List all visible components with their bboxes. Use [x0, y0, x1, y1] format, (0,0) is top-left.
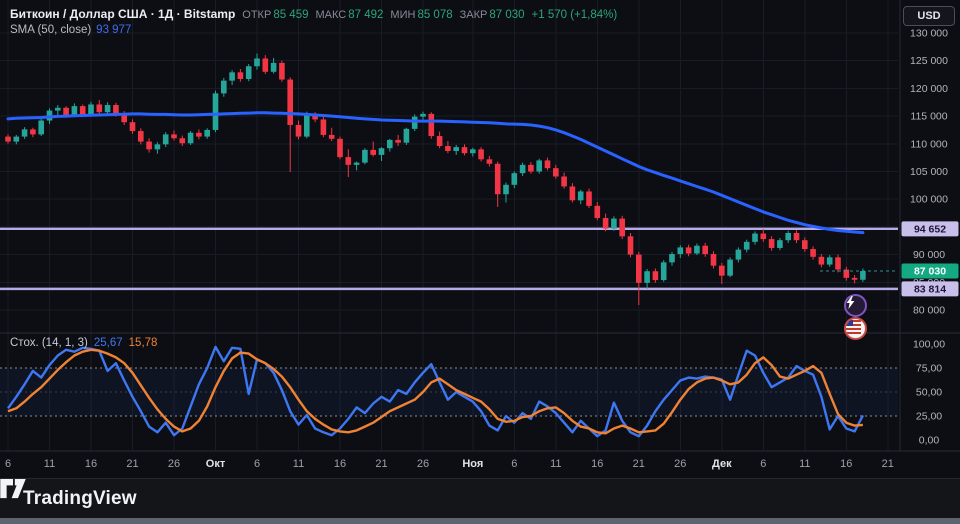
sma-legend[interactable]: SMA (50, close) 93 977: [10, 24, 131, 36]
svg-text:16: 16: [334, 458, 346, 470]
svg-text:21: 21: [633, 458, 645, 470]
price-axis[interactable]: 130 000 125 000 120 000 115 000 110 000 105 0…: [901, 28, 959, 447]
svg-text:100,00: 100,00: [913, 339, 945, 351]
svg-text:125 000: 125 000: [910, 55, 948, 67]
svg-text:11: 11: [799, 458, 810, 470]
stochastic-k-value: 25,67: [93, 337, 123, 349]
svg-text:94 652: 94 652: [914, 223, 946, 235]
time-axis[interactable]: 6 11 16 21 26 Окт 6 11 16 21 26 Ноя 6 11 16 21 26 Дек 6 11 1…: [5, 458, 894, 470]
svg-text:11: 11: [550, 458, 561, 470]
chart-legend: Биткоин / Доллар США · 1Д · Bitstamp ОТК…: [10, 7, 617, 21]
currency-usd-button[interactable]: USD: [903, 6, 955, 26]
ohlc-close: ЗАКР 87 030: [459, 9, 525, 21]
sma-value: 93 977: [96, 24, 132, 36]
tradingview-wordmark[interactable]: TradingView: [23, 488, 137, 510]
stochastic-legend[interactable]: Стох. (14, 1, 3) 25,67 15,78: [10, 337, 157, 349]
chart-canvas[interactable]: 130 000 125 000 120 000 115 000 110 000 105 0…: [0, 0, 960, 478]
svg-text:0,00: 0,00: [919, 435, 940, 447]
ohlc-low: МИН 85 078: [390, 9, 453, 21]
sma-line: [6, 111, 865, 235]
svg-text:50,00: 50,00: [916, 387, 942, 399]
svg-text:83 814: 83 814: [914, 283, 946, 295]
svg-text:21: 21: [126, 458, 138, 470]
stochastic-d-value: 15,78: [128, 337, 158, 349]
ohlc-open: ОТКР 85 459: [242, 9, 309, 21]
svg-text:87 030: 87 030: [914, 266, 946, 278]
svg-text:Окт: Окт: [206, 458, 226, 470]
svg-text:110 000: 110 000: [910, 138, 947, 150]
stochastic-label: Стох. (14, 1, 3): [10, 337, 88, 349]
svg-text:16: 16: [840, 458, 852, 470]
tradingview-chart-window: 130 000 125 000 120 000 115 000 110 000 105 0…: [0, 0, 960, 524]
svg-text:90 000: 90 000: [913, 249, 945, 261]
svg-text:105 000: 105 000: [910, 166, 948, 178]
svg-text:16: 16: [85, 458, 97, 470]
svg-text:26: 26: [674, 458, 686, 470]
sma-label: SMA (50, close): [10, 24, 92, 36]
svg-text:130 000: 130 000: [910, 28, 948, 40]
svg-text:25,00: 25,00: [916, 411, 942, 423]
svg-text:Дек: Дек: [712, 458, 732, 470]
svg-text:16: 16: [591, 458, 603, 470]
svg-text:80 000: 80 000: [913, 305, 945, 317]
price-change: +1 570 (+1,84%): [531, 9, 618, 21]
svg-text:11: 11: [44, 458, 55, 470]
svg-text:26: 26: [168, 458, 180, 470]
svg-text:6: 6: [254, 458, 260, 470]
svg-text:6: 6: [760, 458, 766, 470]
svg-text:Ноя: Ноя: [462, 458, 483, 470]
svg-text:6: 6: [511, 458, 517, 470]
svg-text:115 000: 115 000: [910, 111, 947, 123]
svg-text:120 000: 120 000: [910, 83, 948, 95]
tradingview-logo-icon[interactable]: [0, 479, 26, 499]
candlestick-series: [5, 53, 866, 306]
svg-text:21: 21: [375, 458, 387, 470]
svg-text:26: 26: [417, 458, 429, 470]
boost-button[interactable]: [844, 294, 867, 317]
svg-text:21: 21: [882, 458, 894, 470]
svg-text:75,00: 75,00: [916, 363, 942, 375]
sma-overlay: [6, 111, 865, 235]
symbol-title[interactable]: Биткоин / Доллар США · 1Д · Bitstamp: [10, 7, 235, 21]
bottom-scroll-strip[interactable]: [0, 518, 960, 524]
country-flag-button[interactable]: [844, 317, 867, 340]
footer-bar: TradingView: [0, 478, 960, 518]
svg-text:100 000: 100 000: [910, 194, 948, 206]
svg-text:6: 6: [5, 458, 11, 470]
svg-text:11: 11: [293, 458, 304, 470]
us-flag-icon: [846, 320, 861, 334]
ohlc-high: МАКС 87 492: [315, 9, 384, 21]
lightning-icon: [846, 296, 855, 309]
